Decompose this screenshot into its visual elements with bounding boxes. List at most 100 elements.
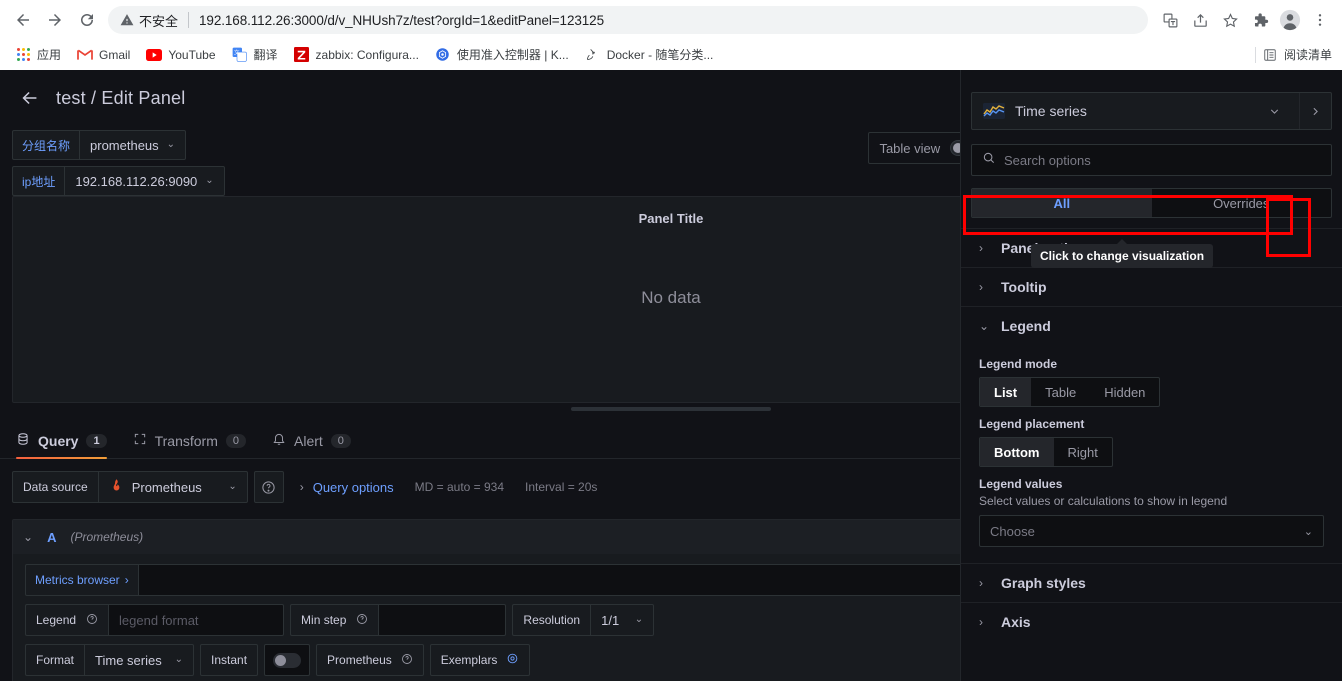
bookmark-gmail[interactable]: Gmail [70,44,137,66]
variable-value[interactable]: prometheus ⌄ [79,130,187,160]
variable-group-name[interactable]: 分组名称 prometheus ⌄ [12,130,225,160]
translate-icon[interactable] [1156,6,1184,34]
tab-label: Transform [154,432,218,449]
bookmark-k8s[interactable]: 使用准入控制器 | K... [428,43,576,66]
resolution-select[interactable]: 1/1 ⌄ [590,604,655,636]
tab-all[interactable]: All [972,189,1152,217]
reading-list-label: 阅读清单 [1283,48,1332,62]
bookmark-translate[interactable]: 文 翻译 [225,43,285,66]
forward-arrow-icon[interactable] [40,5,70,35]
legend-mode-table[interactable]: Table [1031,378,1090,406]
help-circle-icon[interactable] [253,471,284,503]
legend-label: Legend [36,613,77,627]
variable-ip-address[interactable]: ip地址 192.168.112.26:9090 ⌄ [12,166,225,196]
search-icon [982,151,996,170]
bookmark-docker[interactable]: Docker - 随笔分类... [578,43,721,66]
legend-mode-list[interactable]: List [980,378,1032,406]
metrics-browser-button[interactable]: Metrics browser › [25,564,139,596]
section-header[interactable]: › Tooltip [961,268,1342,306]
search-options-input[interactable]: Search options [971,144,1332,176]
section-header[interactable]: ⌄ Legend [961,307,1342,345]
legend-values-description: Select values or calculations to show in… [979,494,1228,508]
bookmark-zabbix[interactable]: zabbix: Configura... [287,44,426,66]
bookmark-apps[interactable]: 应用 [8,43,68,66]
reload-icon[interactable] [72,5,102,35]
format-label: Format [25,644,85,676]
format-value: Time series [95,652,162,668]
query-ref-id: A [47,529,57,545]
bookmark-star-icon[interactable] [1216,6,1244,34]
variable-value-text: 192.168.112.26:9090 [75,173,198,189]
google-translate-icon: 文 [232,47,248,63]
instant-toggle[interactable] [264,644,311,676]
format-field: Format Time series ⌄ [25,644,195,676]
section-graph-styles: › Graph styles [961,563,1342,602]
all-overrides-tabs[interactable]: All Overrides [971,188,1332,218]
bookmark-label: 应用 [37,48,62,62]
chevron-down-icon[interactable]: ⌄ [23,530,33,544]
not-secure-warning-icon [120,13,134,27]
min-step-input[interactable] [378,604,507,636]
legend-placement-segmented[interactable]: Bottom Right [979,437,1113,467]
legend-values-placeholder: Choose [990,523,1035,539]
bookmark-label: zabbix: Configura... [315,47,419,62]
profile-avatar-icon[interactable] [1276,6,1304,34]
datasource-picker[interactable]: Prometheus ⌄ [97,471,248,503]
extensions-puzzle-icon[interactable] [1246,6,1274,34]
chevron-right-icon[interactable] [1299,93,1331,129]
tab-query[interactable]: Query 1 [16,432,107,459]
section-title: Graph styles [1001,575,1086,591]
chevron-down-icon: ⌄ [205,175,214,186]
max-data-points-text: MD = auto = 934 [414,480,505,494]
instant-switch[interactable] [273,652,302,668]
legend-format-input[interactable]: legend format [108,604,285,636]
query-options-label[interactable]: Query options [313,480,394,495]
tab-transform[interactable]: Transform 0 [133,432,246,458]
format-select[interactable]: Time series ⌄ [84,644,195,676]
back-arrow-icon[interactable] [16,84,44,112]
help-circle-icon[interactable] [401,653,413,668]
bookmark-label: 使用准入控制器 | K... [456,48,569,62]
tab-label: Alert [294,432,323,449]
query-options-row[interactable]: › Query options MD = auto = 934 Interval… [300,480,598,495]
variable-label: 分组名称 [12,130,80,160]
variable-value[interactable]: 192.168.112.26:9090 ⌄ [64,166,225,196]
chevron-down-icon: ⌄ [228,481,237,492]
chevron-right-icon: › [299,480,304,494]
bookmark-youtube[interactable]: YouTube [139,44,222,66]
section-axis: › Axis [961,602,1342,641]
tab-alert[interactable]: Alert 0 [272,432,351,458]
exemplars-field[interactable]: Exemplars [429,644,531,676]
legend-placement-right[interactable]: Right [1054,438,1112,466]
chevron-down-icon: ⌄ [166,139,176,150]
chevron-down-icon[interactable] [1249,93,1299,129]
section-tooltip: › Tooltip [961,267,1342,306]
legend-mode-segmented[interactable]: List Table Hidden [979,377,1161,407]
browser-chrome: 不安全 192.168.112.26:3000/d/v_NHUsh7z/test… [0,0,1342,70]
eye-icon[interactable] [506,652,519,668]
legend-values-select[interactable]: Choose ⌄ [979,515,1324,547]
gmail-icon [77,47,93,63]
chevron-right-icon: › [979,615,983,629]
help-circle-icon[interactable] [356,613,368,628]
visualization-tooltip: Click to change visualization [1031,239,1214,268]
chevron-right-icon: › [979,576,983,590]
legend-mode-hidden[interactable]: Hidden [1090,378,1159,406]
chevron-right-icon: › [124,573,129,587]
share-icon[interactable] [1186,6,1214,34]
reading-list-icon[interactable] [1262,47,1278,63]
help-circle-icon[interactable] [86,613,98,628]
tab-count-badge: 0 [225,433,246,448]
section-header[interactable]: › Axis [961,603,1342,641]
prometheus-label: Prometheus [327,653,392,667]
transform-icon [133,432,147,449]
chrome-menu-icon[interactable] [1306,6,1334,34]
tab-overrides[interactable]: Overrides [1152,189,1332,217]
panel-resize-handle[interactable] [571,407,771,411]
legend-placement-bottom[interactable]: Bottom [980,438,1054,466]
url-text: 192.168.112.26:3000/d/v_NHUsh7z/test?org… [199,12,604,28]
visualization-picker-button[interactable]: Time series [971,92,1332,130]
address-bar[interactable]: 不安全 192.168.112.26:3000/d/v_NHUsh7z/test… [108,6,1148,34]
section-header[interactable]: › Graph styles [961,564,1342,602]
back-arrow-icon[interactable] [8,5,38,35]
